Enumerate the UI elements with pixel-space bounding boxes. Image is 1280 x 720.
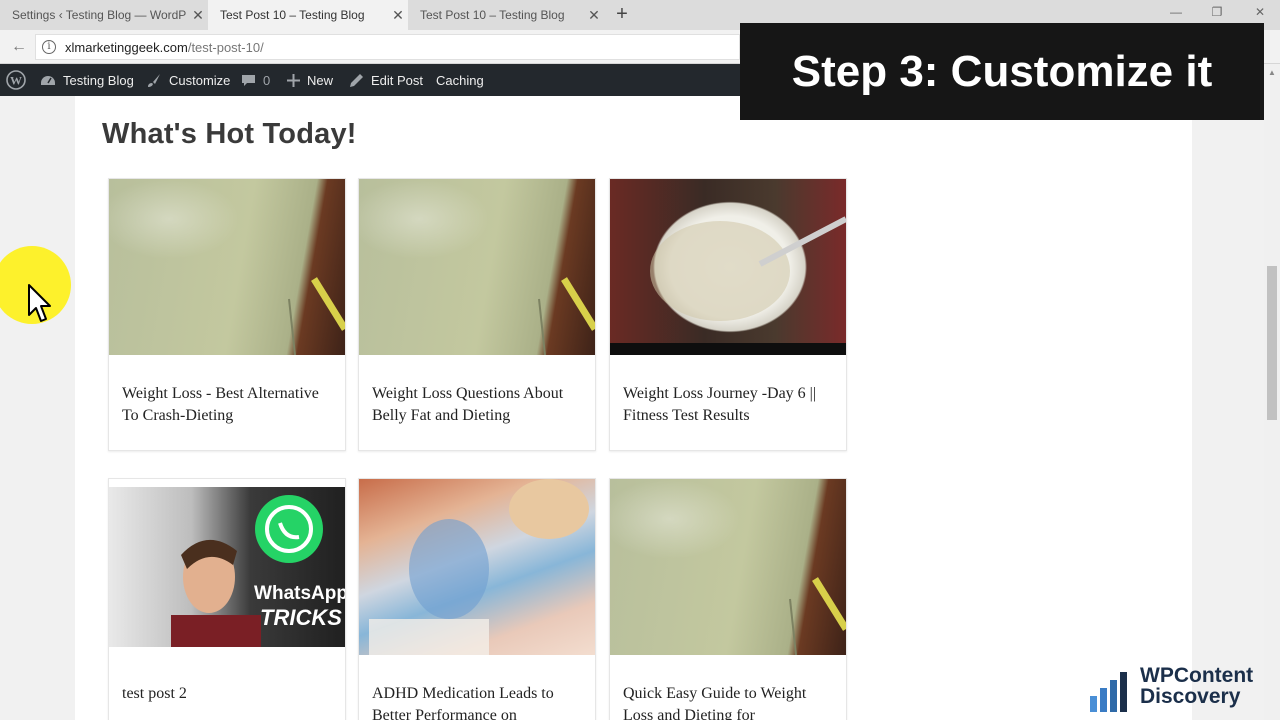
whatsapp-image: WhatsApp TRICKS [171, 495, 345, 647]
post-title[interactable]: Weight Loss Questions About Belly Fat an… [372, 383, 584, 427]
post-thumbnail[interactable] [359, 479, 595, 655]
logo-line-1: WPContent [1140, 664, 1254, 687]
tricks-text: TRICKS [260, 605, 342, 630]
restore-icon[interactable]: ❐ [1207, 5, 1227, 23]
url-text: xlmarketinggeek.com/test-post-10/ [65, 40, 264, 55]
post-title[interactable]: Weight Loss - Best Alternative To Crash-… [122, 383, 334, 427]
post-title[interactable]: test post 2 [122, 683, 334, 705]
post-title[interactable]: Weight Loss Journey -Day 6 || Fitness Te… [623, 383, 835, 427]
tab-label: Settings ‹ Testing Blog — WordP [12, 8, 187, 22]
tab-close-icon[interactable]: ✕ [388, 7, 408, 24]
post-thumbnail[interactable]: WhatsApp TRICKS [109, 487, 345, 647]
svg-text:W: W [10, 74, 22, 88]
post-thumbnail[interactable] [610, 179, 846, 355]
url-host: xlmarketinggeek.com [65, 40, 188, 55]
info-icon[interactable]: i [42, 40, 56, 54]
pencil-icon [350, 73, 363, 87]
tab-close-icon[interactable]: ✕ [584, 7, 604, 24]
url-path: /test-post-10/ [187, 40, 264, 55]
site-name-menu[interactable]: Testing Blog [40, 64, 134, 96]
bottle-image [288, 277, 345, 355]
wpcontent-discovery-logo: WPContent Discovery [1090, 664, 1276, 716]
window-close-icon[interactable]: ✕ [1250, 5, 1270, 23]
post-title[interactable]: ADHD Medication Leads to Better Performa… [372, 683, 584, 720]
comments-count: 0 [263, 72, 271, 88]
post-card[interactable]: WhatsApp TRICKS test post 2 [108, 478, 346, 720]
post-card[interactable]: Quick Easy Guide to Weight Loss and Diet… [609, 478, 847, 720]
tab-test-post-10-active[interactable]: Test Post 10 – Testing Blog ✕ [208, 0, 408, 30]
tab-close-icon[interactable]: ✕ [188, 7, 208, 24]
customize-label: Customize [169, 72, 231, 88]
plus-icon [287, 73, 300, 87]
study-image [369, 479, 589, 655]
post-thumbnail[interactable] [359, 179, 595, 355]
post-card[interactable]: Weight Loss Questions About Belly Fat an… [358, 178, 596, 451]
brush-icon [148, 73, 160, 87]
bottle-image [538, 277, 595, 355]
post-title[interactable]: Quick Easy Guide to Weight Loss and Diet… [623, 683, 835, 720]
mouse-pointer-icon [28, 284, 51, 322]
post-card[interactable]: Weight Loss Journey -Day 6 || Fitness Te… [609, 178, 847, 451]
tab-label: Test Post 10 – Testing Blog [220, 8, 365, 22]
new-label: New [307, 72, 334, 88]
step-text: Step 3: Customize it [791, 47, 1213, 96]
edit-post-link[interactable]: Edit Post [349, 64, 423, 96]
comment-icon [242, 74, 255, 86]
new-content-menu[interactable]: New [287, 64, 333, 96]
step-overlay-banner: Step 3: Customize it [740, 23, 1264, 120]
wordpress-logo-icon: W [6, 70, 26, 90]
back-arrow-icon[interactable]: ← [9, 37, 29, 57]
scrollbar-thumb[interactable] [1267, 266, 1277, 420]
whatsapp-text: WhatsApp [254, 583, 345, 604]
caching-label: Caching [436, 72, 484, 88]
post-thumbnail[interactable] [109, 179, 345, 355]
tab-settings[interactable]: Settings ‹ Testing Blog — WordP ✕ [0, 0, 208, 30]
logo-bars-icon [1090, 672, 1127, 712]
caching-menu[interactable]: Caching [436, 64, 484, 96]
logo-line-2: Discovery [1140, 685, 1241, 708]
wordpress-logo-button[interactable]: W [6, 64, 33, 96]
minimize-icon[interactable]: — [1166, 5, 1186, 23]
site-name-label: Testing Blog [63, 72, 134, 88]
tab-test-post-10[interactable]: Test Post 10 – Testing Blog ✕ [408, 0, 604, 30]
scroll-up-arrow-icon[interactable]: ▲ [1266, 68, 1278, 78]
section-title: What's Hot Today! [102, 118, 357, 150]
post-thumbnail[interactable] [610, 479, 846, 655]
bottle-image [789, 577, 846, 655]
edit-post-label: Edit Post [371, 72, 424, 88]
tab-label: Test Post 10 – Testing Blog [420, 8, 565, 22]
new-tab-button[interactable]: + [612, 4, 632, 24]
bowl-image [610, 216, 846, 355]
url-input[interactable]: i xlmarketinggeek.com/test-post-10/ [35, 34, 740, 60]
comments-link[interactable]: 0 [241, 64, 270, 96]
dashboard-icon [41, 76, 55, 85]
post-card[interactable]: ADHD Medication Leads to Better Performa… [358, 478, 596, 720]
post-card[interactable]: Weight Loss - Best Alternative To Crash-… [108, 178, 346, 451]
customize-link[interactable]: Customize [147, 64, 230, 96]
